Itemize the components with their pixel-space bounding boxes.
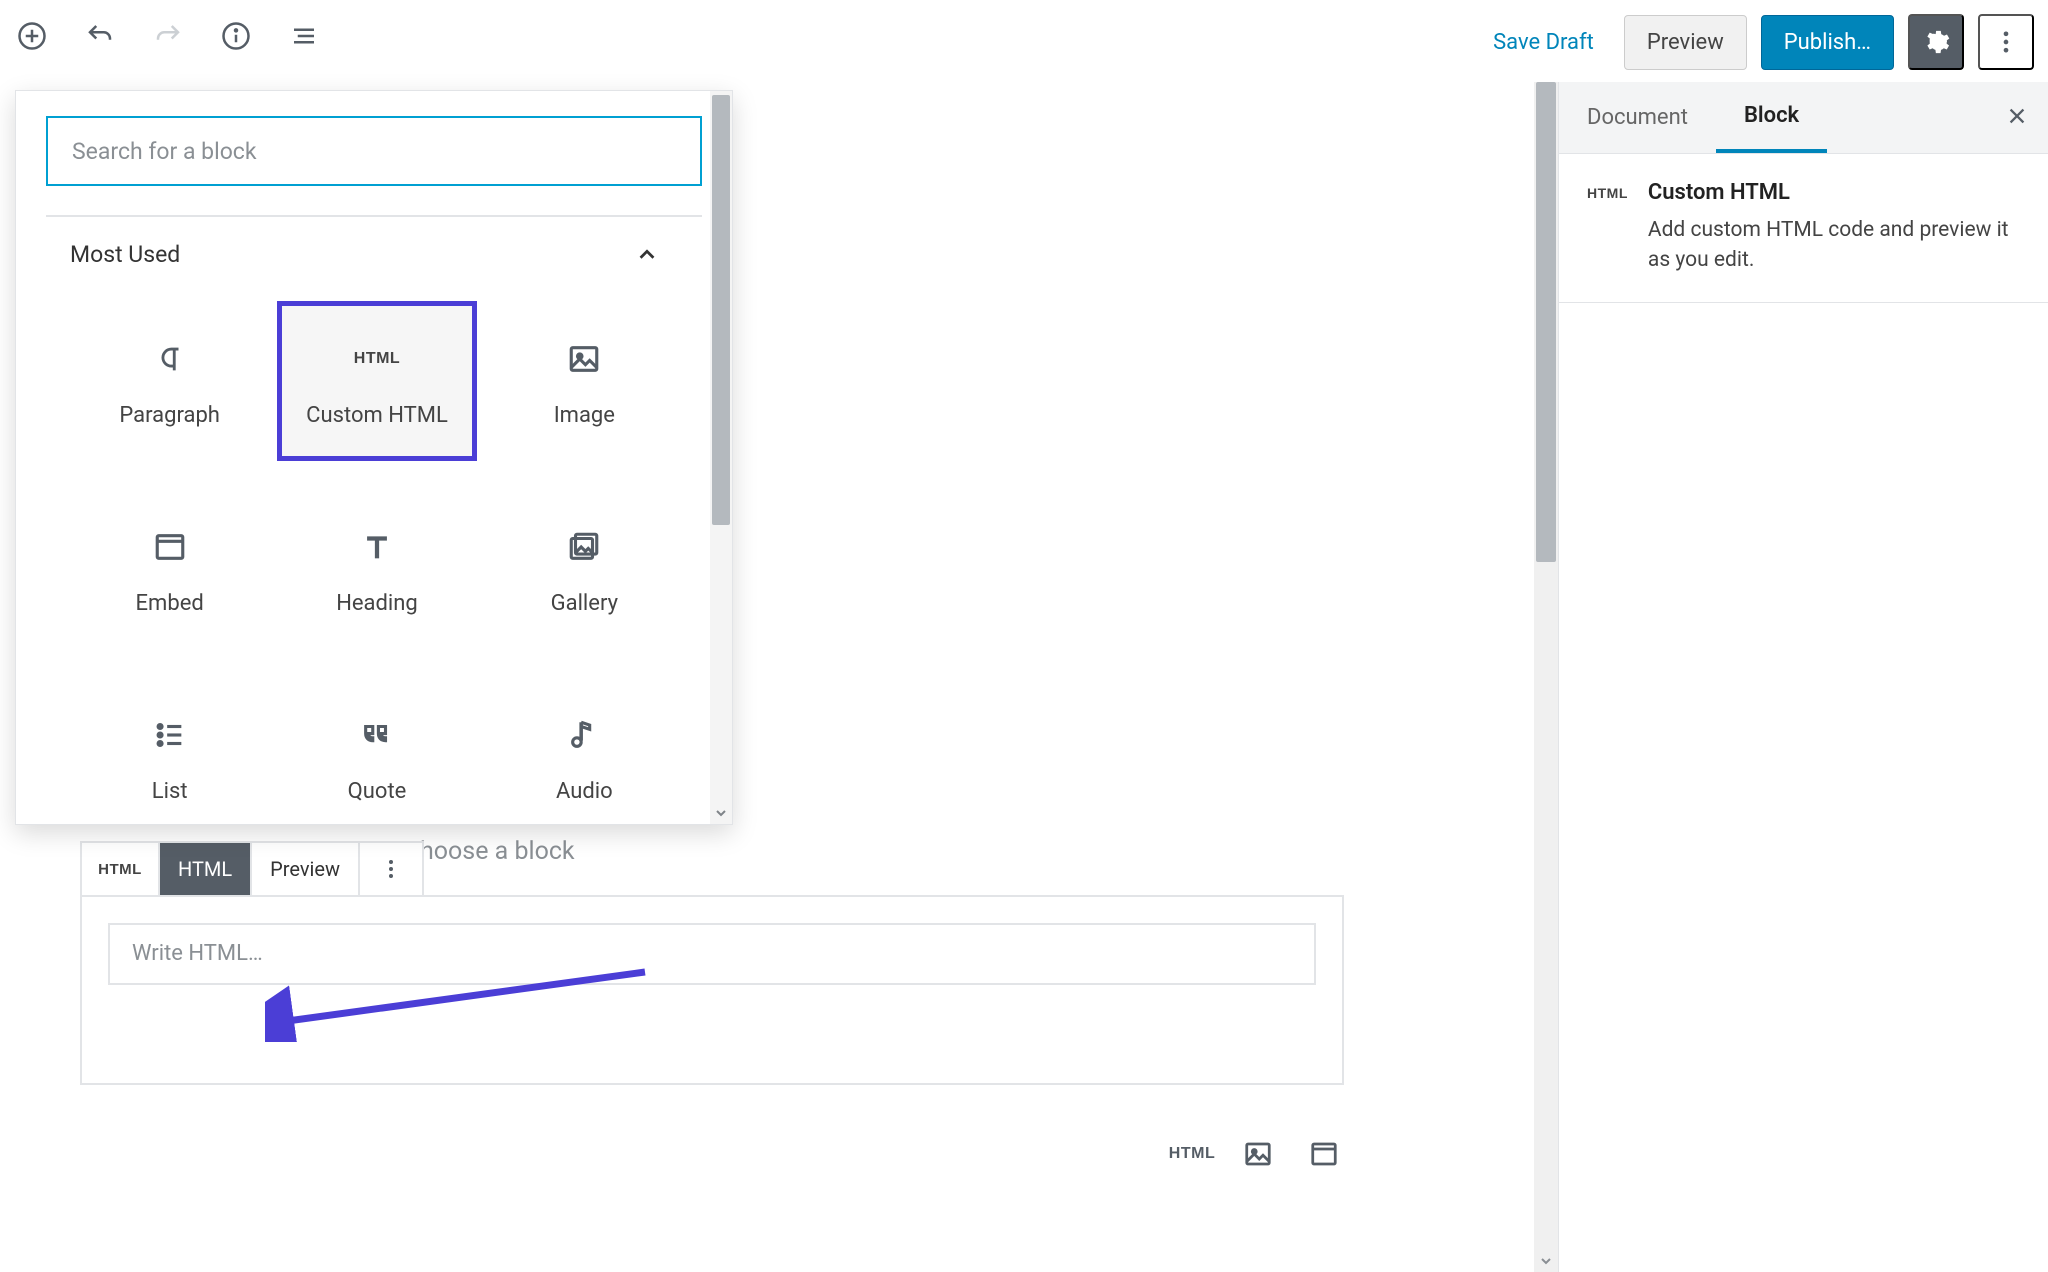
editor-top-bar: Save Draft Preview Publish… (0, 0, 2048, 82)
preview-button[interactable]: Preview (1624, 15, 1747, 70)
settings-button[interactable] (1908, 14, 1964, 70)
tab-html[interactable]: HTML (160, 843, 252, 895)
inserter-search[interactable] (46, 116, 702, 186)
inserter-item-label: List (152, 779, 188, 804)
bottom-inserter-icons: HTML (80, 1134, 1344, 1174)
inserter-shortcut-embed[interactable] (1304, 1134, 1344, 1174)
inserter-item-label: Gallery (551, 591, 618, 616)
inserter-item-custom-html[interactable]: HTML Custom HTML (277, 301, 476, 461)
inserter-shortcut-image[interactable] (1238, 1134, 1278, 1174)
scrollbar-thumb[interactable] (1536, 82, 1556, 562)
chevron-up-icon (636, 244, 658, 266)
close-icon (2006, 105, 2028, 127)
inserter-item-image[interactable]: Image (485, 301, 684, 461)
inserter-item-label: Embed (136, 591, 204, 616)
inserter-item-label: Custom HTML (306, 403, 448, 428)
content-info-button[interactable] (210, 10, 262, 62)
html-icon: HTML (1587, 180, 1628, 200)
inserter-item-label: Audio (556, 779, 613, 804)
more-options-button[interactable] (1978, 14, 2034, 70)
inserter-item-label: Image (554, 403, 615, 428)
sidebar-block-title: Custom HTML (1648, 180, 2020, 205)
inserter-item-paragraph[interactable]: Paragraph (70, 301, 269, 461)
embed-icon (153, 523, 187, 571)
inserter-item-label: Quote (348, 779, 407, 804)
redo-icon (153, 21, 183, 51)
list-icon (153, 711, 187, 759)
scrollbar-down-arrow[interactable] (1534, 1250, 1558, 1272)
settings-sidebar: Document Block HTML Custom HTML Add cust… (1558, 82, 2048, 1272)
paragraph-icon (153, 335, 187, 383)
quote-icon (360, 711, 394, 759)
editor-scrollbar[interactable] (1534, 82, 1558, 1272)
publish-button[interactable]: Publish… (1761, 15, 1894, 70)
save-draft-button[interactable]: Save Draft (1477, 18, 1610, 67)
gallery-icon (567, 523, 601, 571)
topbar-left-group (6, 10, 330, 62)
block-inserter-panel: Most Used Paragraph HTML Custom HTML Ima… (15, 90, 733, 825)
info-icon (221, 21, 251, 51)
inserter-section-header[interactable]: Most Used (70, 241, 658, 268)
inserter-item-label: Paragraph (119, 403, 220, 428)
inserter-scrollbar[interactable] (710, 91, 732, 824)
chevron-down-icon (715, 807, 727, 819)
scrollbar-thumb[interactable] (712, 95, 730, 525)
section-title: Most Used (70, 241, 180, 268)
tab-preview[interactable]: Preview (252, 843, 360, 895)
undo-button[interactable] (74, 10, 126, 62)
undo-icon (85, 21, 115, 51)
sidebar-block-text: Custom HTML Add custom HTML code and pre… (1648, 180, 2020, 276)
html-icon: HTML (354, 335, 400, 383)
tab-block[interactable]: Block (1716, 82, 1827, 153)
html-placeholder: Write HTML… (132, 943, 263, 965)
block-more-button[interactable] (360, 843, 422, 895)
embed-icon (1309, 1139, 1339, 1169)
custom-html-block[interactable]: HTML HTML Preview Write HTML… (80, 895, 1344, 1085)
inserter-item-embed[interactable]: Embed (70, 489, 269, 649)
block-toolbar: HTML HTML Preview (80, 841, 424, 897)
more-vertical-icon (379, 857, 403, 881)
inserter-item-gallery[interactable]: Gallery (485, 489, 684, 649)
search-input[interactable] (70, 137, 678, 166)
inserter-item-list[interactable]: List (70, 677, 269, 837)
sidebar-block-info: HTML Custom HTML Add custom HTML code an… (1559, 154, 2048, 303)
sidebar-close-button[interactable] (2006, 105, 2028, 131)
sidebar-block-description: Add custom HTML code and preview it as y… (1648, 215, 2020, 276)
heading-icon (360, 523, 394, 571)
inserter-item-quote[interactable]: Quote (277, 677, 476, 837)
sidebar-tabs: Document Block (1559, 82, 2048, 154)
block-navigation-button[interactable] (278, 10, 330, 62)
add-block-button[interactable] (6, 10, 58, 62)
block-type-icon[interactable]: HTML (82, 843, 160, 895)
gear-icon (1922, 28, 1950, 56)
tab-document[interactable]: Document (1559, 82, 1716, 153)
redo-button[interactable] (142, 10, 194, 62)
scrollbar-down-arrow[interactable] (710, 802, 732, 824)
inserter-item-label: Heading (336, 591, 418, 616)
topbar-right-group: Save Draft Preview Publish… (1477, 14, 2034, 70)
inserter-item-heading[interactable]: Heading (277, 489, 476, 649)
block-appender-hint: hoose a block (420, 837, 575, 866)
inserter-shortcut-html[interactable]: HTML (1172, 1134, 1212, 1174)
outline-icon (289, 21, 319, 51)
audio-icon (567, 711, 601, 759)
inserter-item-audio[interactable]: Audio (485, 677, 684, 837)
image-icon (1243, 1139, 1273, 1169)
chevron-down-icon (1540, 1255, 1552, 1267)
inserter-divider (46, 215, 702, 217)
image-icon (567, 335, 601, 383)
plus-circle-icon (17, 21, 47, 51)
html-code-input[interactable]: Write HTML… (108, 923, 1316, 985)
more-vertical-icon (1992, 28, 2020, 56)
inserter-grid: Paragraph HTML Custom HTML Image Embed H… (70, 301, 684, 837)
